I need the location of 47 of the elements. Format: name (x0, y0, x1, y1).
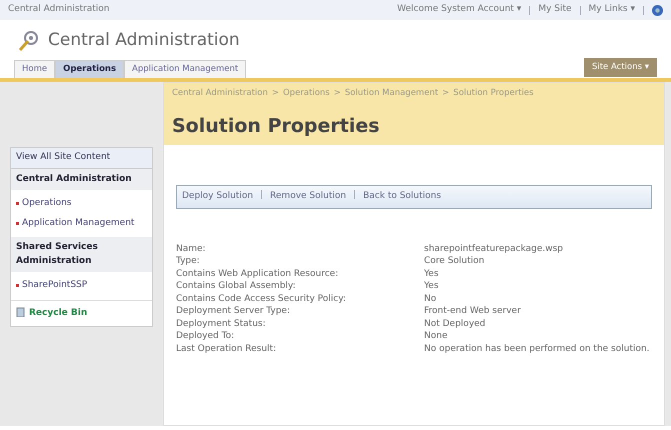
breadcrumb-separator: > (334, 88, 341, 98)
property-label: Contains Web Application Resource: (176, 268, 340, 280)
toolbar-link[interactable]: Back to Solutions (363, 190, 442, 204)
tools-icon (18, 30, 40, 52)
help-icon[interactable] (652, 4, 663, 16)
sidebar-heading[interactable]: Shared Services Administration (11, 237, 152, 272)
welcome-menu[interactable]: Welcome System Account ▾ (397, 3, 522, 17)
property-value: Not Deployed (424, 318, 486, 330)
property-label: Last Operation Result: (176, 342, 278, 355)
view-all-link[interactable]: View All Site Content (11, 148, 152, 168)
property-label: Type: (176, 255, 201, 268)
property-value: Front-end Web server (424, 305, 522, 318)
property-label: Deployed To: (176, 330, 236, 342)
property-label: Deployment Status: (176, 318, 267, 330)
bullet-icon (16, 202, 19, 205)
toolbar-link[interactable]: Deploy Solution (182, 190, 254, 204)
property-value: No operation has been performed on the solution. (424, 342, 651, 355)
nav-tab[interactable]: Application Management (124, 60, 246, 78)
toolbar-link[interactable]: Remove Solution (270, 190, 346, 204)
site-actions-menu[interactable]: Site Actions ▾ (584, 58, 657, 77)
property-value: Yes (424, 268, 440, 280)
nav-tab[interactable]: Home (14, 60, 56, 78)
sidebar-item[interactable]: SharePointSSP (11, 276, 152, 296)
bullet-icon (16, 284, 19, 287)
property-label: Deployment Server Type: (176, 305, 291, 318)
recycle-bin-link[interactable]: Recycle Bin (11, 300, 152, 326)
property-label: Contains Global Assembly: (176, 280, 297, 292)
property-value: Core Solution (424, 255, 486, 268)
sidebar-heading[interactable]: Central Administration (11, 168, 152, 190)
property-value: Yes (424, 280, 440, 292)
page-title: Solution Properties (172, 114, 381, 139)
property-label: Contains Code Access Security Policy: (176, 292, 347, 305)
property-value: No (424, 292, 438, 305)
property-value: None (424, 330, 448, 342)
recycle-bin-icon (16, 306, 25, 316)
property-value: sharepointfeaturepackage.wsp (424, 242, 564, 255)
site-name: Central Administration (8, 3, 110, 16)
my-site-link[interactable]: My Site (538, 3, 572, 17)
property-label: Name: (176, 242, 207, 255)
sidebar-item[interactable]: Operations (11, 194, 152, 214)
breadcrumb-separator: > (272, 88, 279, 98)
sidebar-item[interactable]: Application Management (11, 214, 152, 233)
site-title: Central Administration (48, 29, 240, 52)
nav-tab[interactable]: Operations (55, 60, 124, 78)
my-links-menu[interactable]: My Links ▾ (588, 3, 635, 17)
bullet-icon (16, 222, 19, 224)
breadcrumb-separator: > (442, 88, 450, 98)
